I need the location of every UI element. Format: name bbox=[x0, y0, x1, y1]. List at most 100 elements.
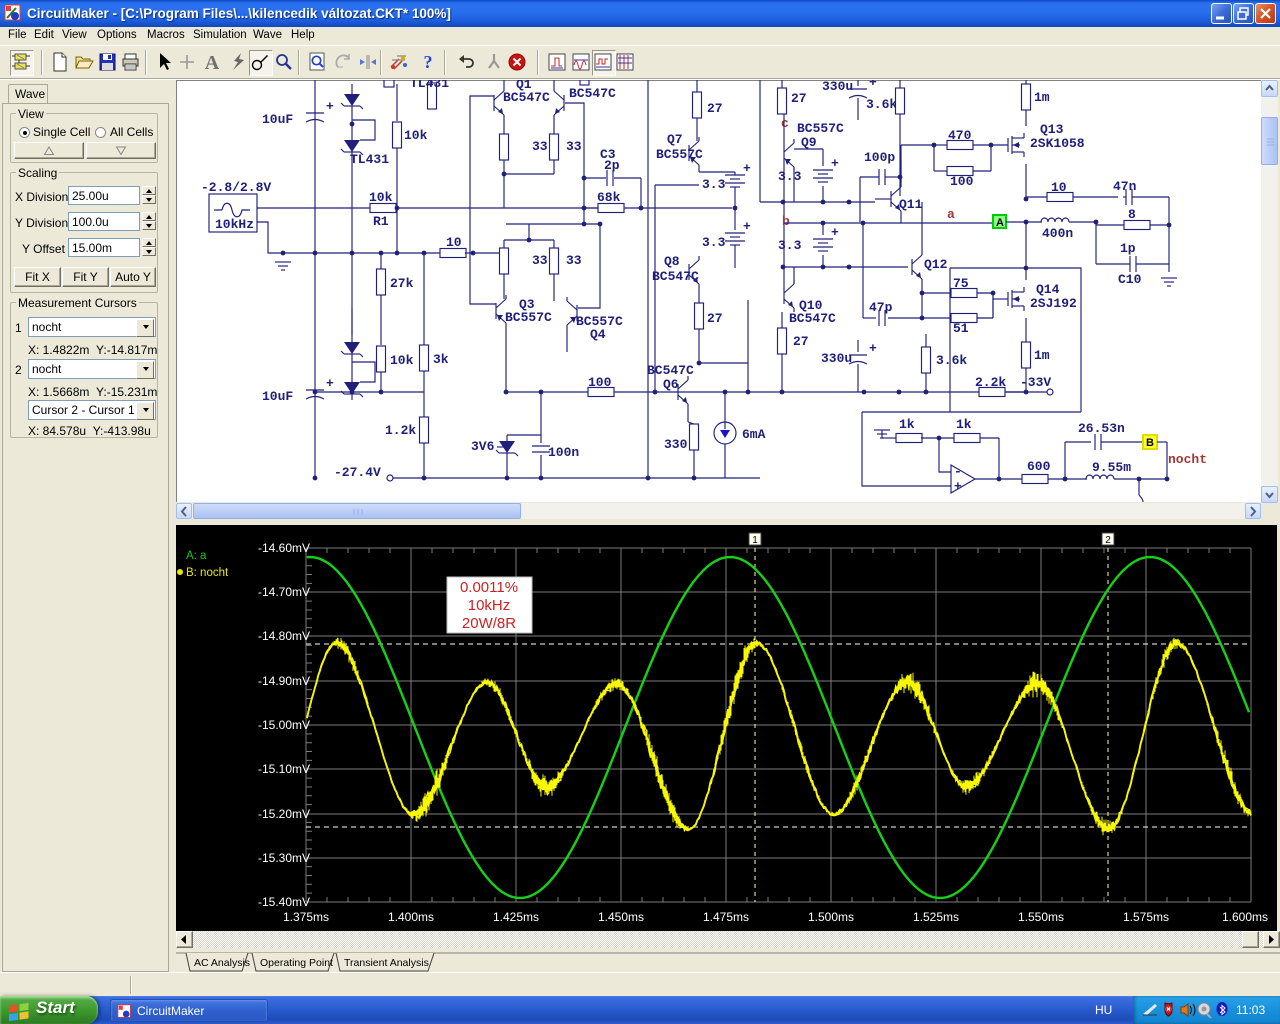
svg-text:R1: R1 bbox=[373, 214, 389, 229]
svg-text:1.400ms: 1.400ms bbox=[388, 910, 434, 924]
svg-text:3.6k: 3.6k bbox=[866, 97, 897, 112]
svg-text:Q14: Q14 bbox=[1036, 282, 1060, 297]
svg-text:+: + bbox=[831, 156, 839, 171]
svg-text:330u: 330u bbox=[821, 351, 852, 366]
svg-text:1.375ms: 1.375ms bbox=[283, 910, 329, 924]
svg-text:BC557C: BC557C bbox=[656, 147, 703, 162]
svg-text:600: 600 bbox=[1027, 459, 1051, 474]
svg-text:470: 470 bbox=[948, 128, 972, 143]
svg-text:100: 100 bbox=[950, 174, 974, 189]
svg-text:Transient Analysis: Transient Analysis bbox=[344, 957, 429, 969]
svg-text:Q4: Q4 bbox=[590, 327, 606, 342]
svg-text:+: + bbox=[743, 219, 751, 234]
svg-text:+: + bbox=[869, 80, 877, 90]
svg-text:BC547C: BC547C bbox=[647, 363, 694, 378]
svg-text:330: 330 bbox=[664, 437, 688, 452]
svg-text:b: b bbox=[782, 214, 790, 229]
svg-text:-14.80mV: -14.80mV bbox=[258, 629, 310, 643]
svg-text:1.500ms: 1.500ms bbox=[808, 910, 854, 924]
svg-text:-2.8/2.8V: -2.8/2.8V bbox=[201, 180, 271, 195]
svg-text:1.450ms: 1.450ms bbox=[598, 910, 644, 924]
svg-text:-15.10mV: -15.10mV bbox=[258, 762, 310, 776]
svg-text:1.525ms: 1.525ms bbox=[913, 910, 959, 924]
svg-text:BC547C: BC547C bbox=[503, 90, 550, 105]
svg-text:-14.90mV: -14.90mV bbox=[258, 674, 310, 688]
svg-text:1: 1 bbox=[752, 535, 758, 546]
svg-text:3.3: 3.3 bbox=[702, 235, 726, 250]
svg-text:-14.60mV: -14.60mV bbox=[258, 541, 310, 555]
svg-text:10: 10 bbox=[446, 235, 462, 250]
svg-text:1p: 1p bbox=[1120, 241, 1136, 256]
svg-text:27: 27 bbox=[707, 101, 723, 116]
svg-text:Q11: Q11 bbox=[899, 197, 923, 212]
svg-text:B: nocht: B: nocht bbox=[186, 567, 229, 579]
svg-text:1.550ms: 1.550ms bbox=[1018, 910, 1064, 924]
svg-text:51: 51 bbox=[953, 321, 969, 336]
svg-text:47n: 47n bbox=[1113, 179, 1137, 194]
svg-text:2.2k: 2.2k bbox=[975, 375, 1006, 390]
svg-text:100n: 100n bbox=[548, 445, 579, 460]
svg-text:1.575ms: 1.575ms bbox=[1123, 910, 1169, 924]
svg-text:Q12: Q12 bbox=[924, 257, 948, 272]
svg-text:33: 33 bbox=[566, 139, 582, 154]
svg-text:27: 27 bbox=[707, 311, 723, 326]
svg-text:-: - bbox=[954, 464, 962, 479]
svg-text:-15.00mV: -15.00mV bbox=[258, 718, 310, 732]
svg-text:2: 2 bbox=[1105, 535, 1111, 546]
svg-text:-33V: -33V bbox=[1020, 375, 1051, 390]
svg-text:BC547C: BC547C bbox=[652, 269, 699, 284]
svg-text:9.55m: 9.55m bbox=[1092, 460, 1131, 475]
svg-text:a: a bbox=[947, 207, 955, 222]
svg-text:+: + bbox=[743, 161, 751, 176]
svg-text:100p: 100p bbox=[864, 150, 895, 165]
svg-text:400n: 400n bbox=[1042, 226, 1073, 241]
svg-text:+: + bbox=[326, 376, 334, 391]
svg-text:27: 27 bbox=[791, 91, 807, 106]
svg-text:1.2k: 1.2k bbox=[385, 423, 416, 438]
svg-text:1k: 1k bbox=[956, 417, 972, 432]
svg-text:A: a: A: a bbox=[186, 550, 207, 562]
svg-text:10kHz: 10kHz bbox=[468, 597, 511, 614]
svg-text:BC557C: BC557C bbox=[505, 310, 552, 325]
svg-text:Operating Point: Operating Point bbox=[260, 957, 333, 969]
svg-text:-27.4V: -27.4V bbox=[334, 465, 381, 480]
svg-text:A: A bbox=[996, 217, 1004, 229]
svg-text:2SJ192: 2SJ192 bbox=[1030, 296, 1077, 311]
svg-text:TL431: TL431 bbox=[410, 80, 449, 91]
svg-text:3.3: 3.3 bbox=[778, 238, 802, 253]
svg-text:A: A bbox=[205, 52, 220, 72]
svg-text:27k: 27k bbox=[390, 276, 414, 291]
svg-text:1.600ms: 1.600ms bbox=[1222, 910, 1268, 924]
svg-text:+: + bbox=[831, 225, 839, 240]
svg-text:20W/8R: 20W/8R bbox=[462, 615, 516, 632]
svg-text:BC547C: BC547C bbox=[789, 311, 836, 326]
svg-text:330u: 330u bbox=[822, 80, 853, 94]
svg-text:33: 33 bbox=[532, 253, 548, 268]
svg-text:TL431: TL431 bbox=[350, 152, 389, 167]
svg-text:33: 33 bbox=[566, 253, 582, 268]
svg-text:10k: 10k bbox=[369, 190, 393, 205]
svg-text:+: + bbox=[954, 479, 962, 494]
svg-text:3.6k: 3.6k bbox=[936, 353, 967, 368]
svg-text:Q13: Q13 bbox=[1040, 122, 1064, 137]
svg-text:+: + bbox=[869, 341, 877, 356]
svg-text:nocht: nocht bbox=[1168, 452, 1207, 467]
svg-text:1.475ms: 1.475ms bbox=[703, 910, 749, 924]
svg-text:1m: 1m bbox=[1034, 90, 1050, 105]
svg-text:0.0011%: 0.0011% bbox=[460, 579, 518, 596]
svg-text:3k: 3k bbox=[433, 352, 449, 367]
svg-text:Q6: Q6 bbox=[663, 377, 679, 392]
svg-text:3V6: 3V6 bbox=[471, 439, 495, 454]
svg-text:Q9: Q9 bbox=[801, 135, 817, 150]
svg-text:3.3: 3.3 bbox=[778, 169, 802, 184]
svg-text:Q7: Q7 bbox=[667, 132, 683, 147]
svg-text:B: B bbox=[1146, 437, 1154, 449]
svg-text:2p: 2p bbox=[604, 158, 620, 173]
svg-text:27: 27 bbox=[793, 334, 809, 349]
svg-text:10uF: 10uF bbox=[262, 389, 293, 404]
svg-text:AC Analysis: AC Analysis bbox=[194, 957, 250, 969]
svg-text:10k: 10k bbox=[390, 353, 414, 368]
svg-text:10kHz: 10kHz bbox=[215, 217, 254, 232]
svg-text:+: + bbox=[326, 99, 334, 114]
svg-text:-15.30mV: -15.30mV bbox=[258, 851, 310, 865]
